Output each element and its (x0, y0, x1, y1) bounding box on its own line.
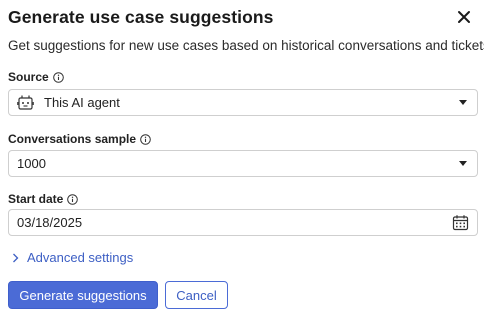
start-date-value: 03/18/2025 (17, 215, 83, 230)
calendar-icon[interactable] (452, 214, 469, 231)
advanced-settings-toggle[interactable]: Advanced settings (12, 250, 133, 265)
info-icon[interactable] (140, 133, 151, 145)
dialog-title: Generate use case suggestions (8, 6, 274, 27)
chevron-down-icon (459, 161, 467, 166)
source-select[interactable]: This AI agent (8, 89, 478, 116)
source-label: Source (8, 70, 49, 84)
generate-suggestions-button[interactable]: Generate suggestions (8, 281, 158, 309)
info-icon[interactable] (52, 71, 64, 83)
chevron-right-icon (13, 253, 19, 262)
source-value: This AI agent (44, 95, 120, 110)
start-date-input[interactable]: 03/18/2025 (8, 209, 478, 236)
conversations-sample-value: 1000 (17, 156, 46, 171)
conversations-sample-label: Conversations sample (8, 132, 137, 146)
conversations-sample-select[interactable]: 1000 (8, 150, 478, 177)
start-date-label-row: Start date (8, 192, 79, 206)
dialog-header: Generate use case suggestions (8, 4, 476, 30)
conversations-sample-label-row: Conversations sample (8, 132, 151, 146)
advanced-settings-label: Advanced settings (27, 250, 134, 265)
info-icon[interactable] (67, 193, 79, 205)
ai-agent-icon (17, 94, 34, 111)
source-label-row: Source (8, 70, 64, 84)
chevron-down-icon (459, 100, 467, 105)
dialog-description: Get suggestions for new use cases based … (8, 38, 484, 53)
generate-suggestions-dialog: Generate use case suggestions Get sugges… (0, 0, 484, 317)
close-icon (458, 11, 470, 23)
start-date-label: Start date (8, 192, 64, 206)
close-button[interactable] (454, 7, 474, 27)
cancel-button[interactable]: Cancel (165, 281, 228, 309)
